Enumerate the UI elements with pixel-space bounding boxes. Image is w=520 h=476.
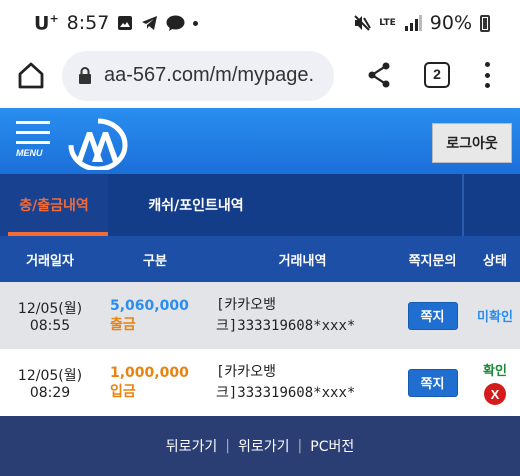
lock-icon xyxy=(79,67,91,84)
footer-nav: 뒤로가기 | 위로가기 | PC버전 xyxy=(0,416,520,476)
row-time: 08:55 xyxy=(29,317,71,334)
clock: 8:57 xyxy=(66,12,110,35)
battery-percent: 90% xyxy=(429,12,472,34)
memo-button[interactable]: 쪽지 xyxy=(407,368,458,397)
row-amount: 5,060,000 xyxy=(110,297,189,314)
tab-divider xyxy=(462,174,464,236)
notification-dot-icon xyxy=(193,20,199,26)
table-header: 거래일자 구분 거래내역 쪽지문의 상태 xyxy=(0,236,520,282)
site-logo-icon[interactable] xyxy=(68,118,128,170)
row-time: 08:29 xyxy=(29,384,71,401)
pc-version-link[interactable]: PC버전 xyxy=(310,436,354,456)
status-badge: 확인 xyxy=(483,364,507,379)
memo-cell: 쪽지 xyxy=(395,349,470,416)
table-row: 12/05(월) 08:55 5,060,000 출금 [카카오뱅 크]3333… xyxy=(0,282,520,349)
telegram-icon xyxy=(142,16,158,31)
row-desc-line2: 크]333319608*xxx* xyxy=(216,317,356,334)
date-cell: 12/05(월) 08:29 xyxy=(0,349,100,416)
col-memo: 쪽지문의 xyxy=(408,253,457,269)
status-cell: 미확인 xyxy=(470,282,520,349)
url-text: aa-567.com/m/mypage. xyxy=(104,64,315,86)
type-cell: 1,000,000 입금 xyxy=(100,349,210,416)
table-row: 12/05(월) 08:29 1,000,000 입금 [카카오뱅 크]3333… xyxy=(0,349,520,416)
footer-separator: | xyxy=(225,438,230,454)
row-amount: 1,000,000 xyxy=(110,364,189,381)
tab-deposit-withdraw-history[interactable]: 충/출금내역 xyxy=(0,174,108,236)
network-label: LTE xyxy=(379,18,396,28)
col-status: 상태 xyxy=(483,253,507,269)
details-cell: [카카오뱅 크]333319608*xxx* xyxy=(210,282,395,349)
signal-icon xyxy=(404,15,422,31)
logout-button[interactable]: 로그아웃 xyxy=(432,123,512,163)
col-type: 구분 xyxy=(143,253,167,269)
menu-label: MENU xyxy=(16,148,43,158)
tab-cash-point-history[interactable]: 캐쉬/포인트내역 xyxy=(108,174,284,236)
tab-switcher-button[interactable]: 2 xyxy=(424,62,450,88)
col-details: 거래내역 xyxy=(278,253,327,269)
battery-icon xyxy=(480,14,490,32)
chat-icon xyxy=(166,15,185,31)
gallery-icon xyxy=(118,16,133,31)
site-header: MENU 로그아웃 xyxy=(0,108,520,174)
date-cell: 12/05(월) 08:55 xyxy=(0,282,100,349)
delete-button[interactable]: X xyxy=(484,383,506,405)
footer-separator: | xyxy=(297,438,303,454)
url-bar[interactable]: aa-567.com/m/mypage. xyxy=(62,51,334,101)
row-desc-line2: 크]333319608*xxx* xyxy=(216,384,356,401)
row-type: 출금 xyxy=(110,316,136,333)
browser-toolbar: aa-567.com/m/mypage. 2 xyxy=(0,46,520,108)
row-type: 입금 xyxy=(110,383,136,400)
status-badge: 미확인 xyxy=(477,310,513,325)
carrier-label: U+ xyxy=(34,12,59,35)
col-date: 거래일자 xyxy=(26,253,74,269)
share-icon[interactable] xyxy=(366,61,392,89)
row-desc-line1: [카카오뱅 xyxy=(216,363,276,380)
status-cell: 확인 X xyxy=(470,349,520,416)
details-cell: [카카오뱅 크]333319608*xxx* xyxy=(210,349,395,416)
mute-icon xyxy=(354,15,372,31)
menu-button[interactable]: MENU xyxy=(16,121,52,169)
top-link[interactable]: 위로가기 xyxy=(238,436,290,456)
type-cell: 5,060,000 출금 xyxy=(100,282,210,349)
history-tabs: 충/출금내역 캐쉬/포인트내역 xyxy=(0,174,520,236)
back-link[interactable]: 뒤로가기 xyxy=(166,436,218,456)
row-date: 12/05(월) xyxy=(17,300,83,317)
memo-button[interactable]: 쪽지 xyxy=(407,301,458,330)
row-desc-line1: [카카오뱅 xyxy=(216,296,276,313)
home-icon[interactable] xyxy=(16,60,46,90)
more-options-icon[interactable] xyxy=(480,60,494,90)
status-bar: U+ 8:57 LTE 90% xyxy=(0,0,520,46)
memo-cell: 쪽지 xyxy=(395,282,470,349)
row-date: 12/05(월) xyxy=(17,367,83,384)
